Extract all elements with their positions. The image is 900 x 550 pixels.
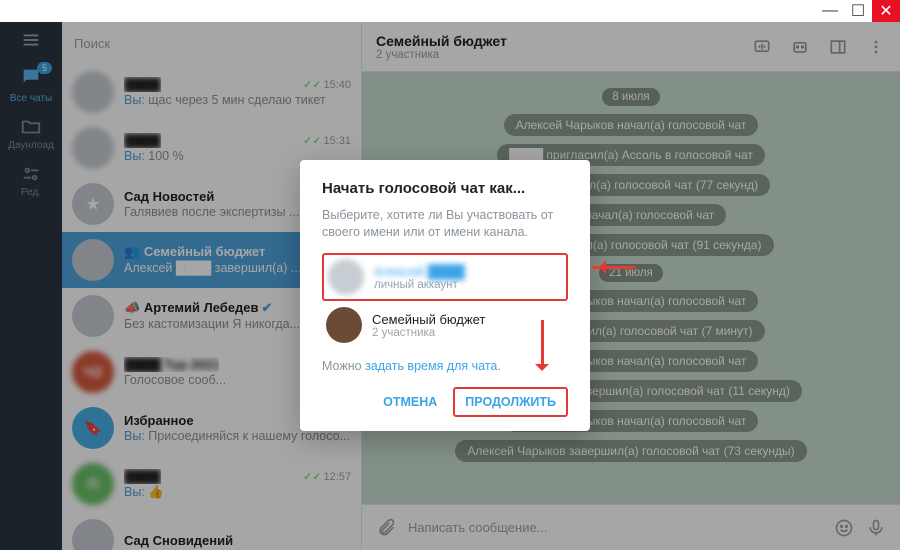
option-personal-account[interactable]: Алексей ████ личный аккаунт [322, 253, 568, 301]
start-voice-chat-modal: Начать голосовой чат как... Выберите, хо… [300, 160, 590, 431]
annotation-arrow-left [592, 260, 646, 274]
cancel-button[interactable]: ОТМЕНА [373, 387, 447, 417]
annotation-arrow-down [535, 320, 549, 378]
maximize-button[interactable]: ☐ [844, 0, 872, 22]
modal-title: Начать голосовой чат как... [322, 180, 568, 197]
option-channel[interactable]: Семейный бюджет 2 участника [322, 301, 568, 349]
modal-description: Выберите, хотите ли Вы участвовать от св… [322, 207, 568, 241]
avatar [326, 307, 362, 343]
schedule-link[interactable]: задать время для чата [365, 359, 497, 373]
continue-button[interactable]: ПРОДОЛЖИТЬ [453, 387, 568, 417]
option-name: Алексей ████ [374, 264, 465, 279]
option-subtitle: личный аккаунт [374, 279, 465, 291]
avatar [328, 259, 364, 295]
schedule-hint: Можно задать время для чата. [322, 359, 568, 373]
option-name: Семейный бюджет [372, 312, 485, 327]
close-button[interactable]: ✕ [872, 0, 900, 22]
option-subtitle: 2 участника [372, 327, 485, 339]
window-controls: — ☐ ✕ [816, 0, 900, 22]
minimize-button[interactable]: — [816, 0, 844, 22]
